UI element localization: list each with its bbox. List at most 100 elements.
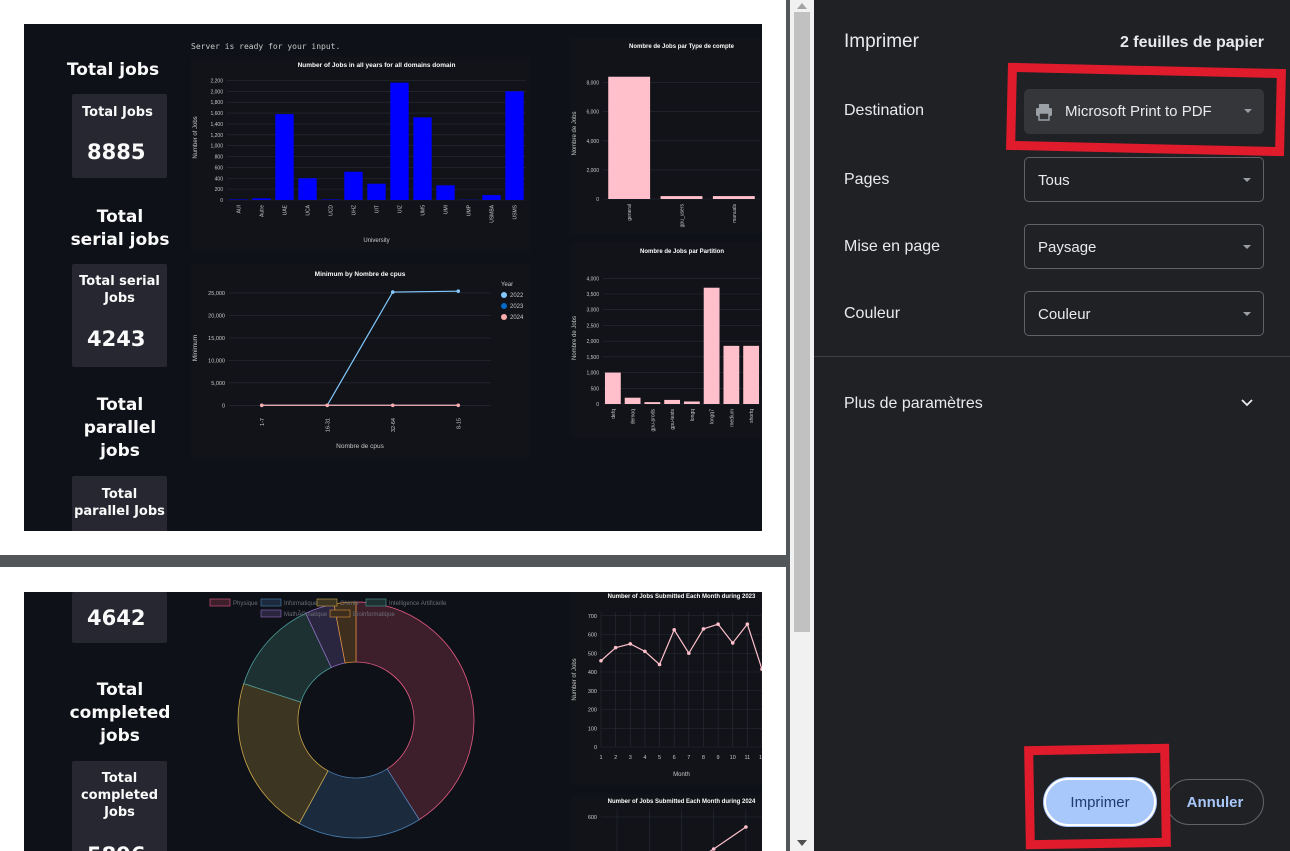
layout-select[interactable]: Paysage — [1024, 224, 1264, 269]
destination-highlight-annotation — [1006, 62, 1286, 157]
x-tick-label: 7 — [687, 755, 690, 761]
chevron-down-icon — [1243, 178, 1251, 182]
x-tick-label: 12 — [759, 755, 762, 761]
x-axis-label: University — [363, 238, 389, 244]
kpi-title-total-jobs: Total jobs — [66, 60, 160, 80]
bar-Autre — [252, 198, 271, 200]
x-tick-label: longq — [690, 409, 696, 421]
chevron-down-icon[interactable] — [1240, 396, 1254, 410]
more-settings-toggle[interactable]: Plus de paramètres — [844, 395, 983, 413]
y-tick-label: 2,000 — [210, 89, 223, 95]
x-tick-label: UIZ — [398, 205, 404, 213]
y-tick-label: 1,000 — [586, 371, 599, 377]
legend-swatch — [260, 609, 282, 618]
y-tick-label: 4,000 — [586, 276, 599, 282]
x-tick-label: 2 — [614, 755, 617, 761]
y-tick-label: 0 — [222, 403, 225, 409]
data-point — [701, 627, 706, 631]
data-point — [628, 642, 633, 646]
legend-entry: Bioinformatique — [353, 612, 395, 618]
print-preview-window: Total jobs Total Jobs 8885 Total serial … — [0, 0, 1290, 851]
color-label: Couleur — [844, 305, 901, 322]
color-select[interactable]: Couleur — [1024, 291, 1264, 336]
destination-label: Destination — [844, 102, 925, 119]
x-tick-label: general — [627, 204, 633, 221]
y-tick-label: 3,000 — [586, 308, 599, 314]
y-tick-label: 0 — [594, 745, 597, 751]
series-line-2022 — [261, 290, 459, 406]
chevron-down-icon — [1243, 312, 1251, 316]
layout-label: Mise en page — [844, 238, 941, 255]
y-tick-label: 2,200 — [210, 78, 223, 84]
x-tick-label: UCD — [329, 205, 335, 216]
kpi-value: 4642 — [87, 606, 146, 630]
y-tick-label: 800 — [215, 155, 224, 161]
legend-swatch — [209, 598, 231, 607]
y-tick-label: 15,000 — [208, 336, 225, 342]
chart-min-by-cpus: Minimum by Nombre de cpus 0 5,000 10,000 15,… — [191, 264, 530, 459]
data-point — [390, 290, 395, 294]
scroll-down-arrow-icon[interactable] — [797, 840, 807, 846]
legend-entry: Chimie — [340, 601, 359, 607]
kpi-value: 8885 — [87, 140, 146, 164]
bar-demoq — [624, 397, 641, 404]
chart-jobs-by-university-svg: Number of Jobs in all years for all doma… — [193, 62, 526, 244]
settings-divider — [814, 356, 1290, 357]
legend-entry: MathÃ©matique — [284, 611, 328, 618]
kpi-label: Total completed Jobs — [80, 771, 159, 820]
y-tick-label: 500 — [591, 386, 600, 392]
preview-scrollbar[interactable] — [790, 0, 814, 851]
dashboard-page-2: 4642 Total completed jobs Total complete… — [24, 592, 762, 851]
layout-value: Paysage — [1038, 239, 1097, 256]
sheet-count: 2 feuilles de papier — [1119, 34, 1264, 51]
kpi-value: 4243 — [87, 327, 146, 351]
bar-USMS — [505, 91, 524, 200]
kpi-card-total-serial: Total serial Jobs 4243 — [72, 264, 167, 367]
cancel-button[interactable]: Annuler — [1166, 779, 1264, 825]
data-point — [259, 403, 264, 408]
x-tick-label: 8-15 — [456, 418, 462, 429]
pages-label: Pages — [844, 171, 890, 188]
pages-select[interactable]: Tous — [1024, 157, 1264, 202]
kpi-card-total-parallel: Total parallel Jobs — [72, 476, 167, 531]
chart-title: Number of Jobs in all years for all doma… — [298, 62, 456, 69]
x-tick-label: UM5 — [421, 205, 427, 216]
y-tick-label: 1,600 — [210, 111, 223, 117]
y-tick-label: 2,000 — [586, 168, 599, 174]
y-tick-label: 4,000 — [586, 139, 599, 145]
x-tick-label: 1 — [599, 755, 602, 761]
legend-title: Year — [501, 282, 513, 288]
y-tick-label: 0 — [220, 198, 223, 204]
y-tick-label: 25,000 — [208, 291, 225, 297]
data-point — [711, 847, 716, 851]
y-tick-label: 5,000 — [211, 381, 225, 387]
kpi-label: Total parallel Jobs — [74, 487, 165, 519]
bar-UM5 — [413, 117, 432, 200]
chart-title: Nombre de Jobs par Partition — [640, 249, 724, 255]
x-tick-label: UHZ — [352, 205, 358, 215]
y-tick-label: 400 — [588, 670, 597, 676]
kpi-card-total-parallel-value: 4642 — [72, 592, 167, 643]
bar-gpu-tests — [664, 399, 681, 404]
legend-swatch — [365, 598, 387, 607]
chart-jobs-by-domain: Physique Informatique Chimie Intelligence A… — [194, 592, 534, 851]
bar-UIT — [367, 183, 386, 200]
x-tick-label: 1-7 — [260, 418, 266, 426]
scrollbar-thumb[interactable] — [794, 12, 810, 632]
scroll-up-arrow-icon[interactable] — [797, 3, 807, 9]
x-tick-label: 16-31 — [325, 418, 331, 432]
y-tick-label: 300 — [588, 689, 597, 695]
kpi-card-total-jobs: Total Jobs 8885 — [72, 94, 167, 178]
y-tick-label: 200 — [215, 187, 224, 193]
chart-jobs-per-month-2023: Number of Jobs Submitted Each Month duri… — [571, 592, 762, 785]
y-tick-label: 1,000 — [210, 144, 223, 150]
y-axis-label: Number of Jobs — [193, 116, 199, 158]
chart-title: Number of Jobs Submitted Each Month duri… — [608, 799, 756, 805]
x-tick-label: longq7 — [710, 409, 716, 424]
kpi-title-total-parallel: Total parallel jobs — [83, 395, 157, 461]
y-tick-label: 100 — [588, 726, 597, 732]
chart-jobs-by-university: Number of Jobs in all years for all doma… — [191, 57, 530, 252]
y-axis-label: Number of Jobs — [572, 658, 578, 700]
bar-UCD — [321, 199, 340, 200]
data-point — [643, 649, 647, 654]
